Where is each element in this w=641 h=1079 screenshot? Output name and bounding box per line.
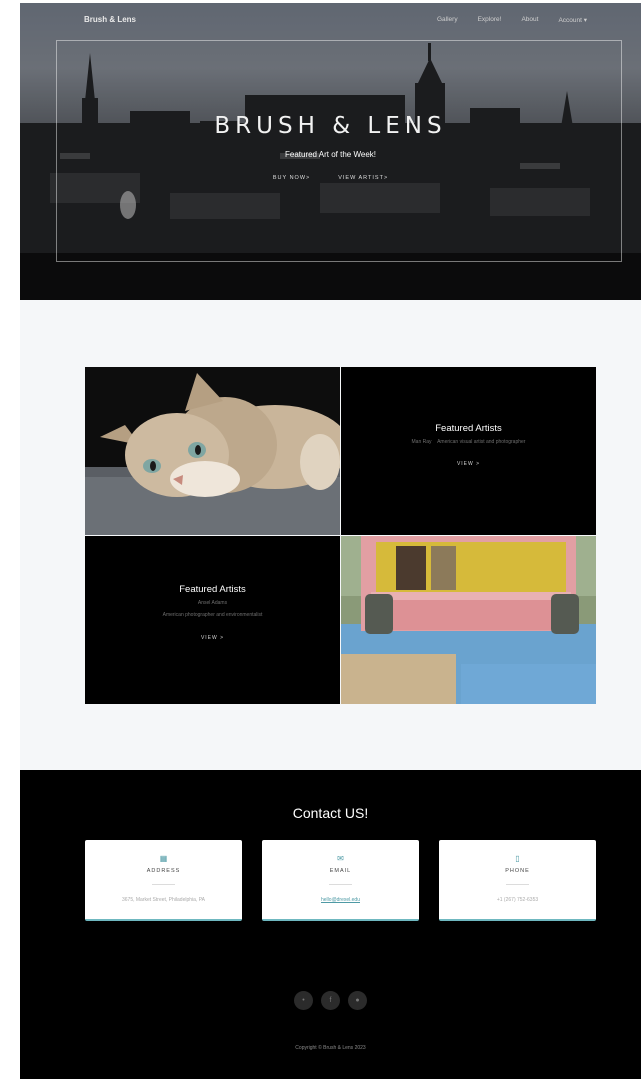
nav-link-about[interactable]: About bbox=[521, 16, 538, 24]
nav-link-explore[interactable]: Explore! bbox=[478, 16, 502, 24]
copyright: Copyright © Brush & Lens 2023 bbox=[295, 1045, 366, 1051]
nav-links: Gallery Explore! About Account ▾ bbox=[437, 16, 587, 24]
page: Brush & Lens Gallery Explore! About Acco… bbox=[20, 3, 641, 1079]
featured-artist-desc: American visual artist and photographer bbox=[437, 439, 526, 445]
kiosk-photo bbox=[341, 536, 596, 704]
featured-title: Featured Artists bbox=[179, 584, 246, 595]
github-icon[interactable]: ● bbox=[348, 991, 367, 1010]
buy-now-link[interactable]: BUY NOW> bbox=[273, 175, 310, 181]
featured-artist-desc: American photographer and environmentali… bbox=[162, 612, 263, 618]
hero-section: Brush & Lens Gallery Explore! About Acco… bbox=[20, 3, 641, 300]
address-label: ADDRESS bbox=[146, 868, 181, 874]
nav-link-gallery[interactable]: Gallery bbox=[437, 16, 458, 24]
navbar: Brush & Lens Gallery Explore! About Acco… bbox=[20, 3, 641, 39]
view-artist-link[interactable]: VIEW ARTIST> bbox=[338, 175, 388, 181]
hero-title: BRUSH & LENS bbox=[214, 113, 447, 139]
hero-subtitle: Featured Art of the Week! bbox=[284, 150, 376, 159]
featured-card-top: Featured Artists Man Ray American visual… bbox=[341, 367, 596, 535]
email-label: EMAIL bbox=[329, 868, 352, 874]
mobile-icon: ▯ bbox=[515, 854, 520, 863]
email-card: ✉ EMAIL hello@drexel.edu bbox=[262, 840, 419, 921]
featured-grid: Featured Artists Man Ray American visual… bbox=[85, 367, 596, 704]
featured-view-link[interactable]: VIEW > bbox=[341, 461, 596, 467]
phone-label: PHONE bbox=[505, 868, 530, 874]
address-card: ▦ ADDRESS 3675, Market Street, Philadelp… bbox=[85, 840, 242, 921]
hero-actions: BUY NOW> VIEW ARTIST> bbox=[20, 175, 641, 181]
divider bbox=[152, 884, 175, 885]
contact-title: Contact US! bbox=[292, 805, 369, 821]
address-value: 3675, Market Street, Philadelphia, PA bbox=[121, 897, 205, 903]
divider bbox=[329, 884, 352, 885]
featured-card-bottom: Featured Artists Ansel Adams American ph… bbox=[85, 536, 340, 704]
social-links: • f ● bbox=[20, 991, 641, 1010]
contact-section: Contact US! ▦ ADDRESS 3675, Market Stree… bbox=[20, 770, 641, 1079]
featured-artist-line: Man Ray American visual artist and photo… bbox=[341, 439, 596, 445]
phone-card: ▯ PHONE +1 (267) 752-6353 bbox=[439, 840, 596, 921]
divider bbox=[506, 884, 529, 885]
nav-account-dropdown[interactable]: Account ▾ bbox=[558, 16, 587, 24]
cat-photo bbox=[85, 367, 340, 535]
envelope-icon: ✉ bbox=[337, 854, 344, 863]
building-icon: ▦ bbox=[159, 854, 168, 863]
facebook-icon[interactable]: f bbox=[321, 991, 340, 1010]
email-link[interactable]: hello@drexel.edu bbox=[262, 897, 419, 903]
twitter-icon[interactable]: • bbox=[294, 991, 313, 1010]
featured-artist-name: Ansel Adams bbox=[197, 600, 228, 606]
featured-artist-name: Man Ray bbox=[411, 439, 432, 445]
featured-section: Featured Artists Man Ray American visual… bbox=[20, 300, 641, 770]
featured-title: Featured Artists bbox=[435, 423, 502, 434]
featured-view-link[interactable]: VIEW > bbox=[85, 635, 340, 641]
brand-logo[interactable]: Brush & Lens bbox=[84, 15, 136, 24]
phone-value: +1 (267) 752-6353 bbox=[496, 897, 539, 903]
